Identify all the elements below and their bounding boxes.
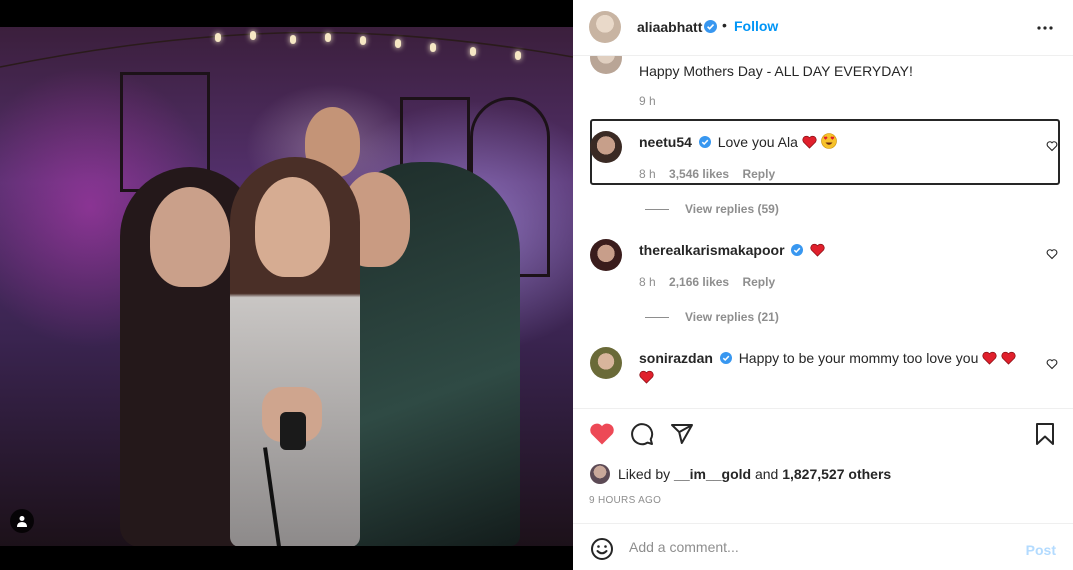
comment-time[interactable]: 8 h (639, 167, 656, 181)
comment-body: sonirazdan Happy to be your mommy too lo… (639, 349, 1029, 387)
post-side-panel: aliaabhatt • Follow Happy Mothers Day - … (573, 0, 1073, 570)
post-photo[interactable] (0, 27, 573, 546)
emoji-icon[interactable] (590, 537, 614, 561)
comment-username[interactable]: sonirazdan (639, 350, 713, 366)
post-header: aliaabhatt • Follow (573, 0, 1073, 56)
comment-avatar[interactable] (590, 131, 622, 163)
person-face (150, 187, 230, 287)
caption-text: Happy Mothers Day - ALL DAY EVERYDAY! (639, 63, 913, 79)
post-timestamp[interactable]: 9 HOURS AGO (589, 495, 661, 506)
heart-eyes-emoji (820, 133, 837, 149)
heart-outline-icon[interactable] (1046, 358, 1058, 370)
comment-likes[interactable]: 3,546 likes (669, 167, 729, 181)
selfie-stick-grip (280, 412, 306, 450)
light-bulb (395, 39, 401, 48)
heart-filled-icon[interactable] (589, 422, 615, 446)
comment-time[interactable]: 9 h (639, 94, 656, 108)
light-bulb (325, 33, 331, 42)
view-replies-button[interactable]: View replies (59) (645, 202, 779, 216)
comment-meta: 8 h 3,546 likes Reply (639, 167, 785, 181)
comment-avatar[interactable] (590, 56, 622, 74)
liker-avatar[interactable] (590, 464, 610, 484)
comment-body: therealkarismakapoor (639, 241, 1029, 259)
comments-list[interactable]: Happy Mothers Day - ALL DAY EVERYDAY! 9 … (573, 56, 1073, 408)
view-replies-button[interactable]: View replies (21) (645, 310, 779, 324)
comment-text: Happy to be your mommy too love you (738, 350, 979, 366)
comment-meta: 8 h 2,166 likes Reply (639, 275, 785, 289)
replies-line (645, 316, 669, 318)
share-icon[interactable] (670, 422, 694, 446)
more-options-icon[interactable] (1036, 19, 1054, 37)
separator-dot: • (722, 17, 727, 33)
view-replies-label: View replies (21) (685, 310, 779, 324)
add-comment-bar: Post (573, 523, 1073, 570)
string-lights (0, 31, 573, 68)
comment-input[interactable] (629, 535, 1009, 559)
view-replies-label: View replies (59) (685, 202, 779, 216)
post-media-pane (0, 0, 573, 570)
light-bulb (360, 36, 366, 45)
comment-text: Love you Ala (717, 134, 798, 150)
reply-button[interactable]: Reply (742, 167, 775, 181)
comment-avatar[interactable] (590, 347, 622, 379)
verified-badge-icon (719, 352, 732, 364)
verified-badge-icon (791, 244, 804, 256)
reply-button[interactable]: Reply (742, 275, 775, 289)
author-avatar[interactable] (589, 11, 621, 43)
likes-prefix: Liked by (618, 466, 671, 482)
light-bulb (290, 35, 296, 44)
red-heart-emoji (802, 135, 817, 149)
light-bulb (250, 31, 256, 40)
red-heart-emoji (639, 370, 654, 384)
likes-summary: Liked by __im__gold and 1,827,527 others (590, 462, 1060, 486)
heart-outline-icon[interactable] (1046, 248, 1058, 260)
replies-line (645, 208, 669, 210)
comment-username[interactable]: therealkarismakapoor (639, 242, 785, 258)
comment-likes[interactable]: 2,166 likes (669, 275, 729, 289)
comment-avatar[interactable] (590, 239, 622, 271)
comment-meta: 9 h (639, 94, 666, 108)
post-comment-button[interactable]: Post (1026, 542, 1056, 558)
person-tag-icon (17, 516, 27, 527)
comment-body: neetu54 Love you Ala (639, 133, 1029, 151)
follow-button[interactable]: Follow (734, 18, 778, 34)
verified-badge-icon (704, 20, 717, 33)
likes-others-link[interactable]: 1,827,527 others (782, 466, 891, 482)
light-bulb (515, 51, 521, 60)
post-actions-bar (573, 408, 1073, 460)
verified-badge-icon (698, 136, 711, 148)
comment-icon[interactable] (630, 422, 654, 446)
likes-connector: and (754, 466, 779, 482)
red-heart-emoji (982, 351, 997, 365)
comment-username[interactable]: neetu54 (639, 134, 692, 150)
red-heart-emoji (810, 243, 825, 257)
bookmark-icon[interactable] (1034, 422, 1056, 446)
tagged-people-button[interactable] (10, 509, 34, 533)
author-username[interactable]: aliaabhatt (637, 19, 702, 35)
likes-text: Liked by __im__gold and 1,827,527 others (618, 466, 891, 482)
comment-time[interactable]: 8 h (639, 275, 656, 289)
heart-outline-icon[interactable] (1046, 140, 1058, 152)
light-bulb (470, 47, 476, 56)
red-heart-emoji (1001, 351, 1016, 365)
light-bulb (430, 43, 436, 52)
light-bulb (215, 33, 221, 42)
liker-username[interactable]: __im__gold (674, 466, 751, 482)
person-face (255, 177, 330, 277)
